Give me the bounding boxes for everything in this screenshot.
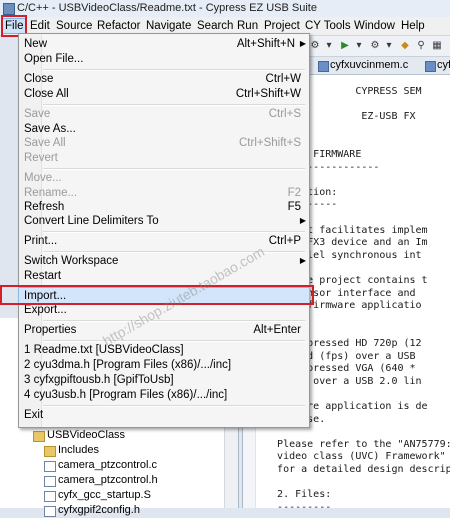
menu-item-close-all[interactable]: Close All Ctrl+Shift+W — [19, 86, 309, 102]
menu-navigate[interactable]: Navigate — [144, 19, 193, 33]
toggle-mark-icon[interactable]: ▦ — [430, 39, 444, 53]
menu-refactor[interactable]: Refactor — [95, 19, 142, 33]
menu-cy-tools[interactable]: CY Tools — [303, 19, 353, 33]
run-icon[interactable]: ▶ — [338, 39, 352, 53]
window-title: C/C++ - USBVideoClass/Readme.txt - Cypre… — [17, 2, 317, 14]
tab-cyf[interactable]: cyf — [423, 58, 450, 73]
menu-project[interactable]: Project — [262, 19, 302, 33]
menu-edit[interactable]: Edit — [28, 19, 52, 33]
submenu-arrow-icon: ▶ — [299, 256, 306, 265]
menu-help[interactable]: Help — [399, 19, 427, 33]
tab-label: cyfxuvcinmem.c — [330, 59, 409, 71]
editor-line: video class (UVC) Framework" ap — [259, 451, 450, 463]
search-icon[interactable]: ⚲ — [414, 39, 428, 53]
menu-item-recent-file-2[interactable]: 2 cyu3dma.h [Program Files (x86)/.../inc… — [19, 357, 309, 373]
menu-item-new[interactable]: New Alt+Shift+N ▶ — [19, 36, 309, 52]
menu-item-restart[interactable]: Restart — [19, 268, 309, 284]
debug-icon[interactable]: ⚙ — [308, 39, 322, 53]
c-file-icon — [318, 61, 329, 72]
menu-run[interactable]: Run — [235, 19, 260, 33]
editor-line: --------- — [259, 501, 332, 508]
menu-item-revert[interactable]: Revert — [19, 150, 309, 166]
menu-item-save-all[interactable]: Save All Ctrl+Shift+S — [19, 135, 309, 151]
file-menu: New Alt+Shift+N ▶ Open File... Close Ctr… — [18, 33, 310, 428]
app-icon — [3, 3, 15, 15]
menu-item-move[interactable]: Move... — [19, 170, 309, 186]
menu-item-properties[interactable]: Properties Alt+Enter — [19, 322, 309, 338]
menu-source[interactable]: Source — [54, 19, 94, 33]
c-file-icon — [44, 461, 56, 472]
menu-window[interactable]: Window — [352, 19, 397, 33]
h-file-icon — [44, 476, 56, 487]
c-file-icon — [425, 61, 436, 72]
includes-icon — [44, 446, 56, 457]
project-folder-icon — [33, 431, 45, 442]
open-type-icon[interactable]: ◆ — [398, 39, 412, 53]
tab-label: cyf — [437, 59, 450, 71]
editor-line: for a detailed design descripti — [259, 464, 450, 475]
dropdown-arrow-icon[interactable]: ▾ — [382, 39, 396, 53]
menu-item-recent-file-4[interactable]: 4 cyu3usb.h [Program Files (x86)/.../inc… — [19, 387, 309, 403]
menu-search[interactable]: Search — [195, 19, 235, 33]
menu-item-exit[interactable]: Exit — [19, 407, 309, 423]
menu-item-save[interactable]: Save Ctrl+S — [19, 106, 309, 122]
s-file-icon — [44, 491, 56, 502]
external-tools-icon[interactable]: ⚙ — [368, 39, 382, 53]
tab-cyfxuvcinmem[interactable]: cyfxuvcinmem.c — [316, 58, 408, 73]
window-titlebar: C/C++ - USBVideoClass/Readme.txt - Cypre… — [0, 0, 450, 18]
editor-line: 2. Files: — [259, 489, 332, 501]
dropdown-arrow-icon[interactable]: ▾ — [322, 39, 336, 53]
menu-item-open-file[interactable]: Open File... — [19, 51, 309, 67]
editor-line: Please refer to the "AN75779: I — [259, 438, 450, 450]
dropdown-arrow-icon[interactable]: ▾ — [352, 39, 366, 53]
menu-file[interactable]: File — [2, 18, 27, 34]
submenu-arrow-icon: ▶ — [299, 39, 306, 48]
menu-item-convert-line-delimiters[interactable]: Convert Line Delimiters To ▶ — [19, 213, 309, 229]
menu-item-recent-file-3[interactable]: 3 cyfxgpiftousb.h [GpifToUsb] — [19, 372, 309, 388]
menu-item-recent-file-1[interactable]: 1 Readme.txt [USBVideoClass] — [19, 342, 309, 358]
menu-item-close[interactable]: Close Ctrl+W — [19, 71, 309, 87]
